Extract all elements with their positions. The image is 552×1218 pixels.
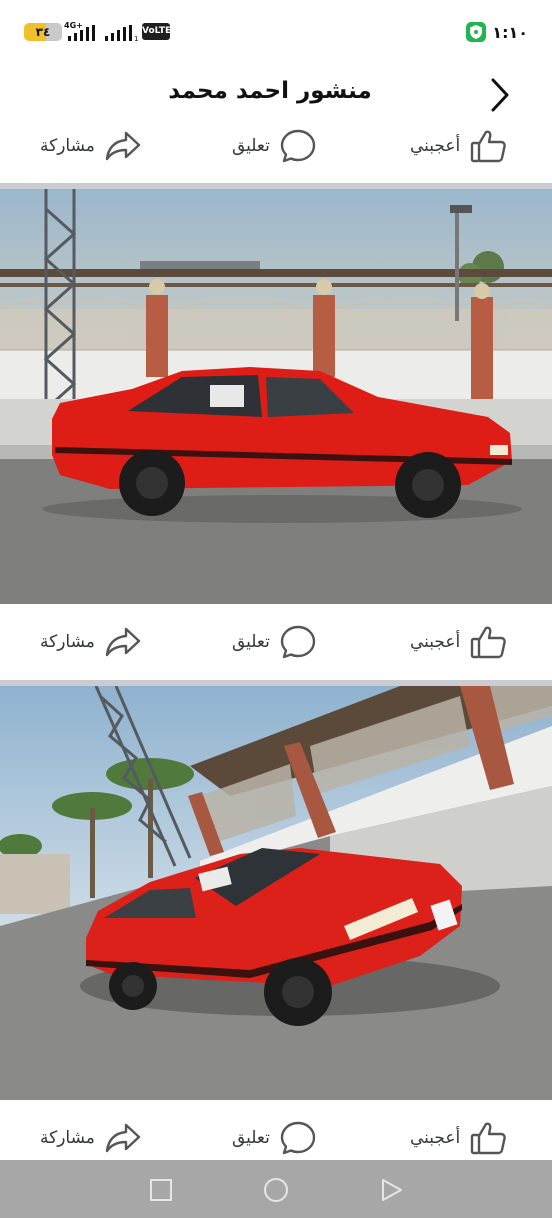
- battery-level: ٣٤: [35, 25, 51, 39]
- car-side-image: [0, 189, 552, 604]
- like-button[interactable]: أعجبني: [410, 1110, 507, 1166]
- car-photo-2[interactable]: [0, 686, 552, 1100]
- shield-icon: [466, 22, 487, 42]
- back-triangle-icon[interactable]: [378, 1177, 404, 1203]
- like-button[interactable]: أعجبني: [410, 614, 507, 670]
- battery-indicator: ٣٤: [24, 23, 62, 41]
- signal-strength-sim2-icon: 1: [105, 25, 138, 41]
- chevron-right-icon[interactable]: [488, 77, 512, 113]
- share-button[interactable]: مشاركة: [40, 118, 141, 174]
- share-button[interactable]: مشاركة: [40, 614, 141, 670]
- like-label: أعجبني: [410, 1128, 461, 1148]
- comment-icon: [280, 625, 316, 659]
- status-bar: ٣٤ 4G+ 1 VoLTE ١:١٠: [0, 0, 552, 64]
- home-icon[interactable]: [263, 1177, 289, 1203]
- action-bar-photo-2: مشاركة تعليق أعجبني: [0, 1110, 552, 1166]
- like-label: أعجبني: [410, 632, 461, 652]
- share-button[interactable]: مشاركة: [40, 1110, 141, 1166]
- signal-strength-icon: [68, 25, 95, 41]
- comment-icon: [280, 1121, 316, 1155]
- comment-icon: [280, 129, 316, 163]
- share-icon: [105, 627, 141, 657]
- car-front-image: [0, 686, 552, 1100]
- like-button[interactable]: أعجبني: [410, 118, 507, 174]
- comment-label: تعليق: [232, 632, 270, 652]
- clock: ١:١٠: [492, 22, 528, 42]
- comment-button[interactable]: تعليق: [232, 614, 316, 670]
- page-title: منشور احمد محمد: [168, 78, 372, 104]
- post-header: منشور احمد محمد: [0, 64, 552, 126]
- share-icon: [105, 131, 141, 161]
- thumbs-up-icon: [471, 130, 507, 163]
- comment-button[interactable]: تعليق: [232, 118, 316, 174]
- thumbs-up-icon: [471, 1122, 507, 1155]
- system-nav-bar: [0, 1160, 552, 1218]
- share-label: مشاركة: [40, 136, 95, 156]
- comment-label: تعليق: [232, 1128, 270, 1148]
- action-bar-photo-1: مشاركة تعليق أعجبني: [0, 614, 552, 670]
- recent-apps-icon[interactable]: [148, 1177, 174, 1203]
- action-bar-top: مشاركة تعليق أعجبني: [0, 118, 552, 174]
- thumbs-up-icon: [471, 626, 507, 659]
- comment-label: تعليق: [232, 136, 270, 156]
- car-photo-1[interactable]: [0, 189, 552, 604]
- share-label: مشاركة: [40, 632, 95, 652]
- comment-button[interactable]: تعليق: [232, 1110, 316, 1166]
- share-label: مشاركة: [40, 1128, 95, 1148]
- svg-text:1: 1: [134, 35, 138, 41]
- share-icon: [105, 1123, 141, 1153]
- volte-badge: VoLTE: [142, 23, 171, 40]
- like-label: أعجبني: [410, 136, 461, 156]
